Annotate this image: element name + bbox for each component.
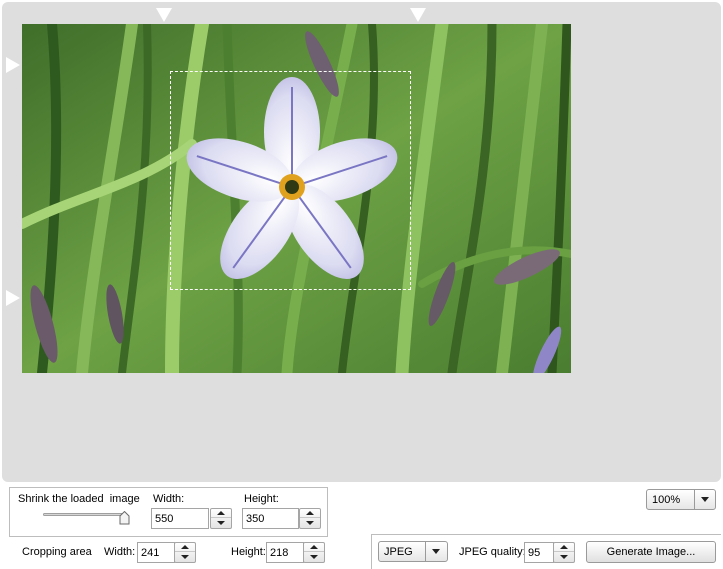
jpeg-quality-label: JPEG quality:	[459, 546, 526, 558]
crop-height-stepper	[266, 542, 326, 563]
zoom-value: 100%	[652, 494, 681, 506]
spinner-buttons	[174, 542, 196, 563]
arrow-down-icon[interactable]	[304, 553, 324, 562]
spinner-buttons	[299, 508, 321, 529]
shrink-height-input[interactable]	[242, 508, 299, 529]
arrow-up-icon[interactable]	[175, 543, 195, 552]
arrow-down-icon[interactable]	[300, 519, 320, 528]
shrink-height-label: Height:	[244, 493, 279, 505]
spinner-buttons	[553, 542, 575, 563]
cropping-title: Cropping area	[22, 546, 92, 558]
arrow-up-icon[interactable]	[304, 543, 324, 552]
arrow-down-icon[interactable]	[175, 553, 195, 562]
arrow-up-icon[interactable]	[211, 509, 231, 518]
crop-selection[interactable]	[170, 71, 411, 290]
shrink-height-stepper	[242, 508, 322, 529]
crop-height-label: Height:	[231, 546, 266, 558]
arrow-down-icon[interactable]	[211, 519, 231, 528]
crop-left-marker[interactable]	[156, 8, 172, 22]
spinner-buttons	[210, 508, 232, 529]
crop-width-stepper	[137, 542, 197, 563]
shrink-width-label: Width:	[153, 493, 185, 505]
zoom-select[interactable]: 100%	[646, 489, 716, 510]
crop-right-marker[interactable]	[410, 8, 426, 22]
jpeg-quality-stepper	[524, 542, 576, 563]
crop-width-input[interactable]	[137, 542, 175, 563]
arrow-up-icon[interactable]	[300, 509, 320, 518]
arrow-down-icon[interactable]	[554, 553, 574, 562]
loaded-image	[22, 24, 571, 373]
crop-height-input[interactable]	[266, 542, 304, 563]
arrow-up-icon[interactable]	[554, 543, 574, 552]
format-select[interactable]: JPEG	[378, 541, 448, 562]
crop-bottom-marker[interactable]	[6, 290, 20, 306]
chevron-down-icon[interactable]	[694, 490, 715, 509]
shrink-title: Shrink the loaded image	[18, 493, 140, 505]
spinner-buttons	[303, 542, 325, 563]
format-value: JPEG	[384, 546, 413, 558]
shrink-width-stepper	[151, 508, 233, 529]
shrink-slider-track[interactable]	[43, 513, 125, 516]
generate-image-button[interactable]: Generate Image...	[586, 541, 716, 563]
crop-width-label: Width:	[104, 546, 136, 558]
crop-top-marker[interactable]	[6, 57, 20, 73]
shrink-width-input[interactable]	[151, 508, 209, 529]
jpeg-quality-input[interactable]	[524, 542, 554, 563]
shrink-slider-thumb[interactable]	[119, 511, 130, 525]
chevron-down-icon[interactable]	[425, 542, 447, 561]
